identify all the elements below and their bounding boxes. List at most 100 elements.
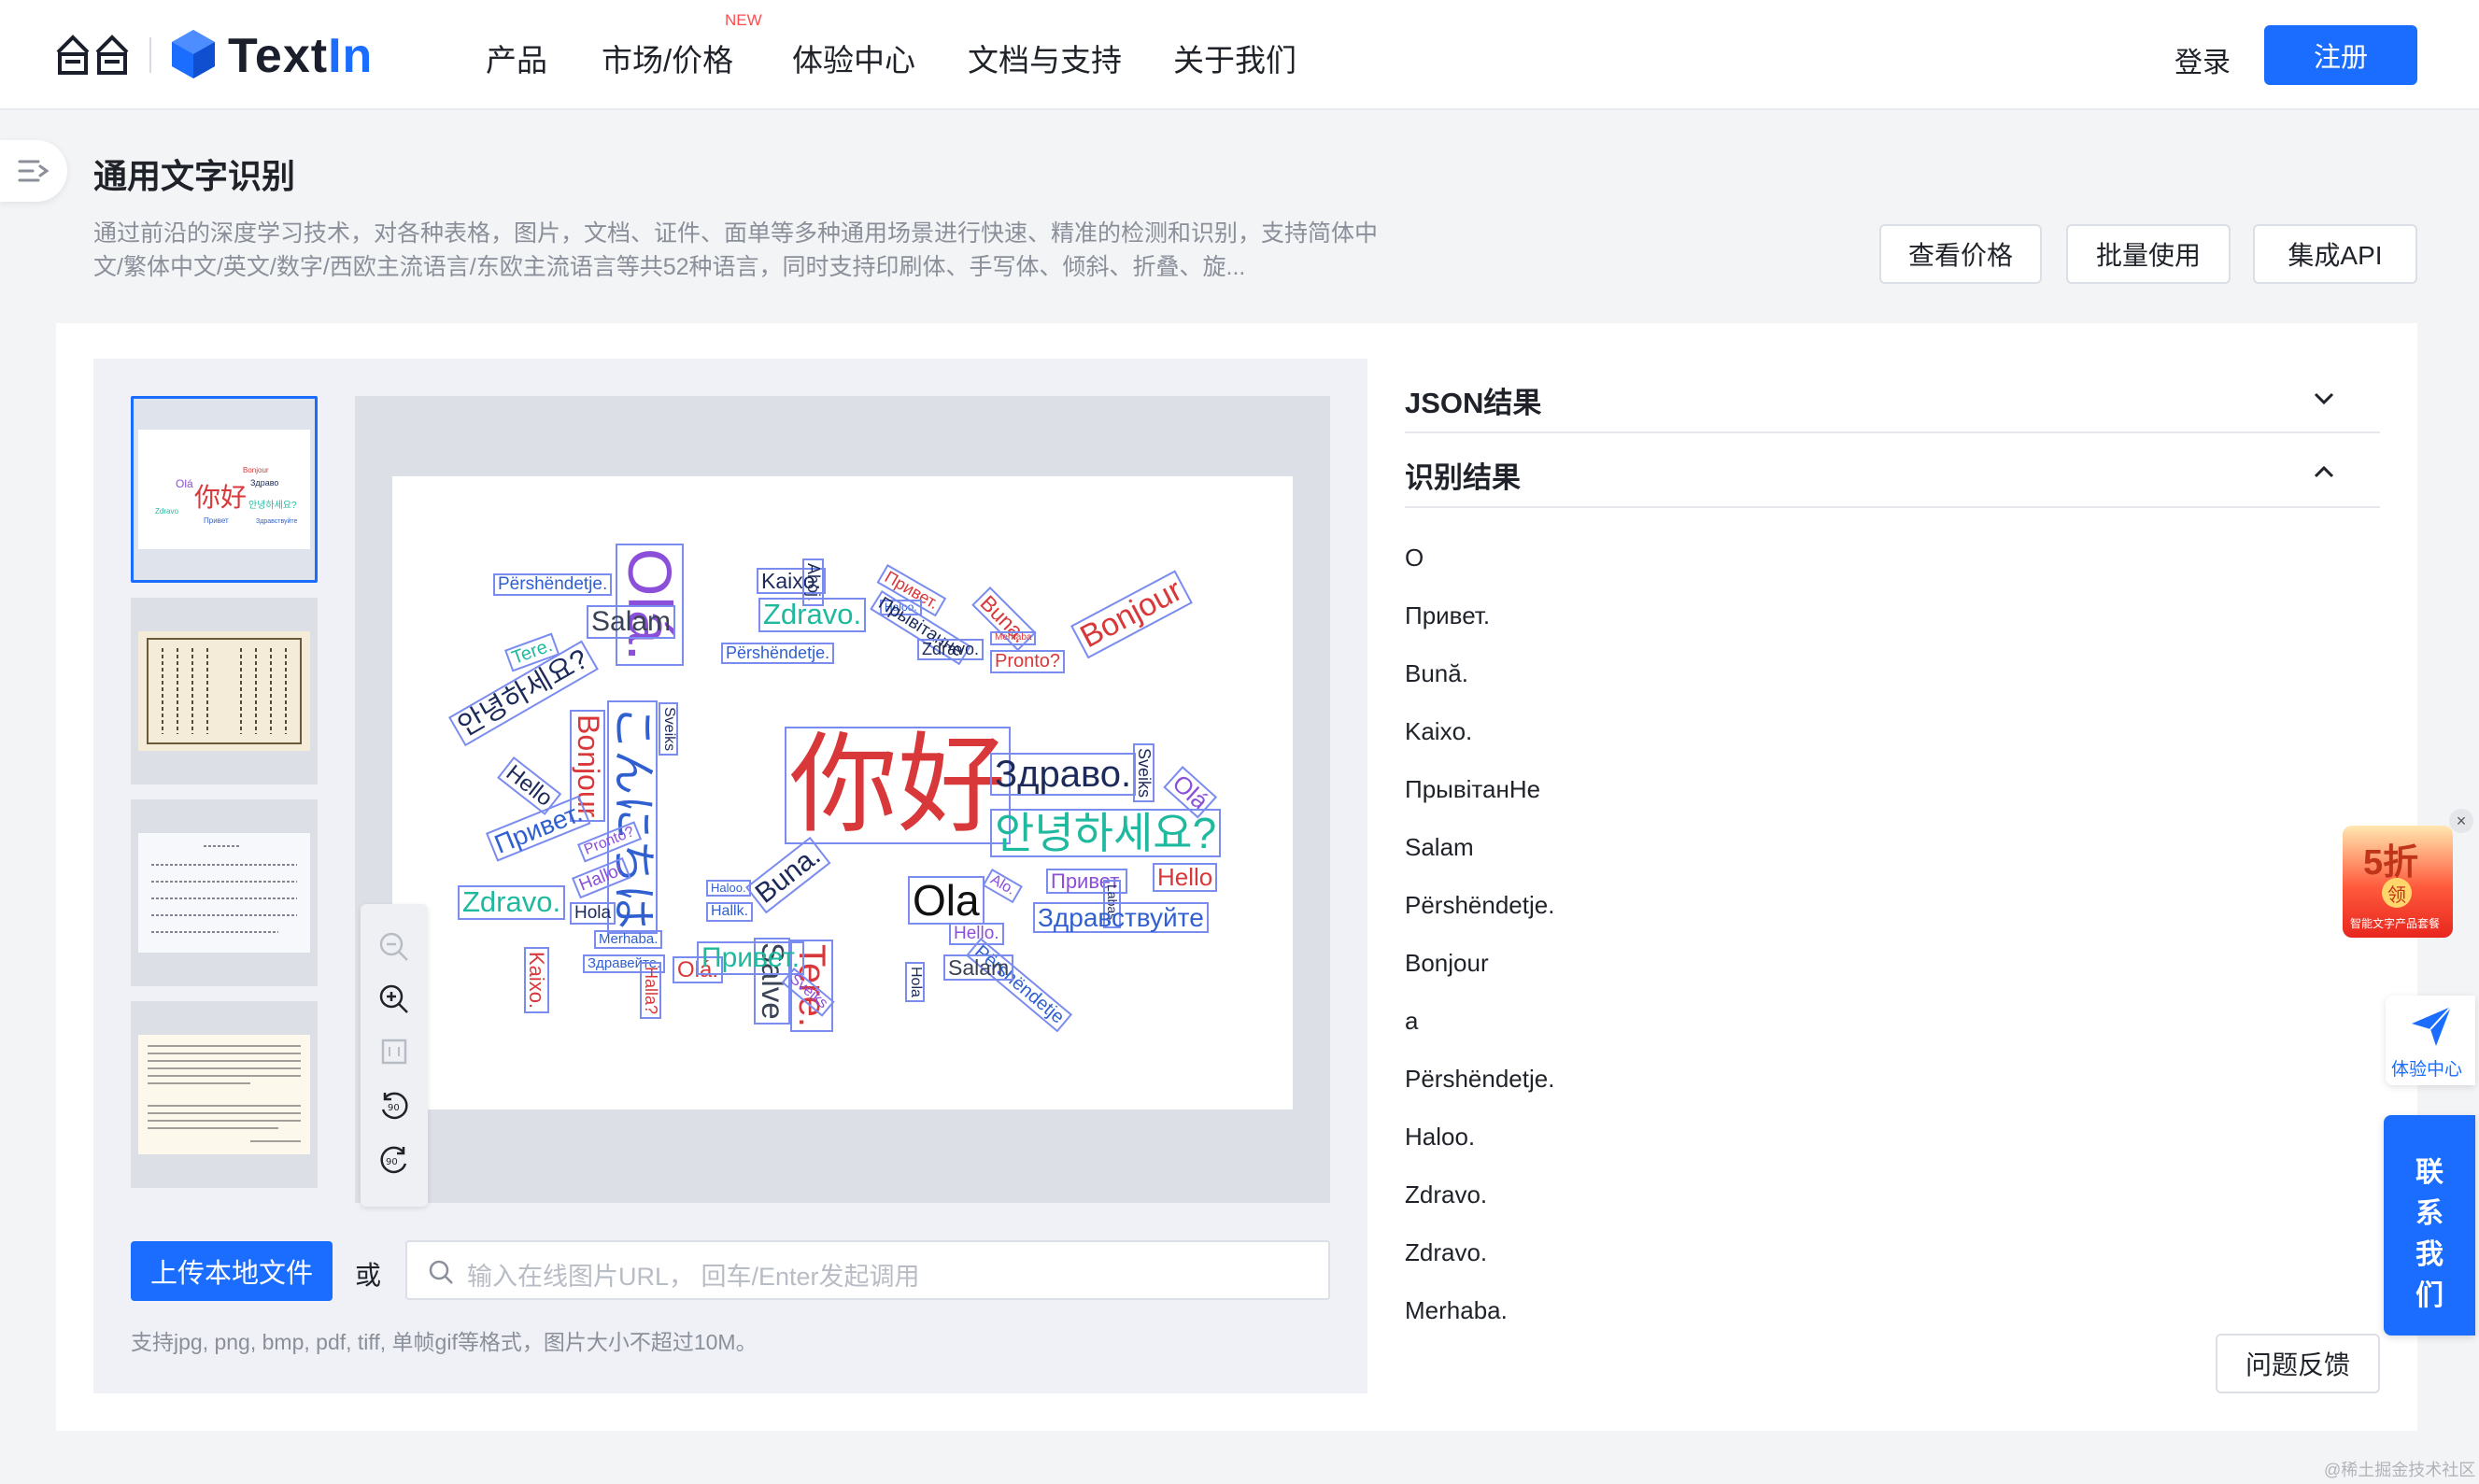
discount-promo-badge[interactable]: 5折 领 智能文字产品套餐 bbox=[2343, 826, 2453, 938]
recognition-result-label: 识别结果 bbox=[1405, 461, 1521, 494]
wordcloud-word: Hola bbox=[905, 962, 925, 1002]
zoom-toolbar: 90 90 bbox=[361, 904, 428, 1207]
result-line: Salam bbox=[1405, 833, 1474, 861]
svg-text:Zdravo: Zdravo bbox=[155, 507, 178, 516]
paper-plane-icon bbox=[2412, 1006, 2452, 1046]
page-title: 通用文字识别 bbox=[93, 157, 296, 195]
fit-screen-button[interactable] bbox=[374, 1031, 415, 1072]
wordcloud-word: Merhaba bbox=[990, 631, 1037, 645]
result-line: Zdravo. bbox=[1405, 1238, 1488, 1266]
result-line: Привет. bbox=[1405, 601, 1491, 629]
result-line: Kaixo. bbox=[1405, 717, 1473, 745]
preview-image: Olá. Përshëndetje. Kaixo. Ahoj. Привет. Salam… bbox=[392, 476, 1293, 1109]
svg-text:Привет: Привет bbox=[204, 516, 229, 525]
svg-text:90: 90 bbox=[388, 1103, 400, 1113]
wordcloud-word: Hello bbox=[1153, 863, 1218, 893]
integrate-api-button[interactable]: 集成API bbox=[2253, 224, 2417, 284]
upload-local-file-button[interactable]: 上传本地文件 bbox=[131, 1241, 333, 1301]
svg-text:Здравствуйте: Здравствуйте bbox=[256, 517, 298, 525]
textin-logo-icon[interactable] bbox=[170, 28, 217, 80]
thumbnail-handwriting[interactable] bbox=[131, 799, 318, 986]
thumbnail-wordcloud[interactable]: 你好 Olá Здраво 안녕하세요? Zdravo Bonjour Прив… bbox=[131, 396, 318, 583]
new-badge: NEW bbox=[725, 11, 762, 29]
result-line: Përshëndetje. bbox=[1405, 891, 1555, 919]
register-button[interactable]: 注册 bbox=[2264, 25, 2417, 85]
fit-screen-icon bbox=[381, 1039, 407, 1065]
nav-item-about-us[interactable]: 关于我们 bbox=[1173, 35, 1296, 80]
thumbnail-handwriting-preview bbox=[138, 833, 310, 953]
view-pricing-button[interactable]: 查看价格 bbox=[1879, 224, 2042, 284]
wordcloud-word: Salam bbox=[587, 605, 676, 639]
wordcloud-word: Bonjour bbox=[1070, 570, 1193, 659]
promo-subtitle: 智能文字产品套餐 bbox=[2350, 917, 2441, 930]
result-line: ПрывітанНе bbox=[1405, 775, 1541, 803]
nav-item-market-pricing[interactable]: 市场/价格 bbox=[602, 35, 733, 80]
sidebar-toggle-button[interactable] bbox=[0, 140, 67, 202]
json-result-label: JSON结果 bbox=[1405, 387, 1542, 419]
close-icon: × bbox=[2456, 811, 2467, 830]
recognition-result-accordion[interactable]: 识别结果 bbox=[1405, 433, 2380, 508]
result-line: Bună. bbox=[1405, 659, 1468, 687]
svg-text:90: 90 bbox=[386, 1157, 398, 1167]
result-line: Përshëndetje. bbox=[1405, 1065, 1555, 1093]
promo-discount-text: 5折 bbox=[2363, 843, 2419, 883]
json-result-accordion[interactable]: JSON结果 bbox=[1405, 359, 2380, 433]
nav-item-docs-support[interactable]: 文档与支持 bbox=[968, 35, 1122, 80]
svg-text:Здраво: Здраво bbox=[250, 478, 278, 488]
wordcloud-word: Merhaba. bbox=[594, 930, 663, 949]
zoom-in-button[interactable] bbox=[374, 979, 415, 1020]
wordcloud-word: Haloo. bbox=[706, 880, 751, 897]
result-line: Zdravo. bbox=[1405, 1180, 1488, 1208]
wordcloud-word: Zdravo. bbox=[758, 598, 867, 632]
svg-text:Olá: Olá bbox=[176, 477, 193, 490]
zoom-in-icon bbox=[379, 984, 408, 1013]
wordcloud-word: Hallk. bbox=[706, 902, 754, 922]
thumbnail-printed-doc-preview bbox=[138, 1035, 310, 1154]
promo-claim-badge: 领 bbox=[2382, 878, 2412, 908]
thumbnail-ancient-text[interactable] bbox=[131, 598, 318, 784]
wordcloud-word: Buna. bbox=[745, 836, 831, 913]
top-nav: TextIn 产品 市场/价格 NEW 体验中心 文档与支持 关于我们 登录 注… bbox=[0, 0, 2479, 110]
zoom-out-button[interactable] bbox=[374, 926, 415, 968]
rotate-right-button[interactable]: 90 bbox=[374, 1139, 415, 1180]
wordcloud-word: Përshëndetje. bbox=[721, 643, 835, 664]
wordcloud-word: Salam bbox=[943, 954, 1014, 982]
batch-use-button[interactable]: 批量使用 bbox=[2066, 224, 2231, 284]
chevron-down-icon bbox=[2314, 392, 2334, 405]
contact-char: 我 bbox=[2415, 1239, 2444, 1270]
result-line: Bonjour bbox=[1405, 949, 1489, 977]
contact-char: 们 bbox=[2415, 1280, 2444, 1311]
wordcloud-word: Përshëndetje bbox=[965, 938, 1072, 1033]
wordcloud-word: Привет. bbox=[697, 941, 805, 975]
contact-char: 系 bbox=[2415, 1198, 2444, 1229]
wordcloud-word: Здравствуйте bbox=[1033, 902, 1209, 934]
wordcloud-word: こんにちは bbox=[606, 700, 658, 935]
wordcloud-word: Pronto? bbox=[990, 650, 1066, 673]
or-label: 或 bbox=[355, 1261, 382, 1290]
wordcloud-word: Alo. bbox=[982, 869, 1023, 903]
textin-logo-text[interactable]: TextIn bbox=[228, 28, 373, 84]
contact-us-float-button[interactable]: 联 系 我 们 bbox=[2384, 1115, 2475, 1336]
svg-text:Bonjour: Bonjour bbox=[243, 466, 269, 474]
feedback-button[interactable]: 问题反馈 bbox=[2216, 1334, 2380, 1393]
nav-item-experience-center[interactable]: 体验中心 bbox=[792, 35, 915, 80]
hehe-logo-icon[interactable] bbox=[54, 34, 133, 77]
result-line: a bbox=[1405, 1007, 1419, 1035]
supported-formats-text: 支持jpg, png, bmp, pdf, tiff, 单帧gif等格式，图片大… bbox=[131, 1330, 758, 1354]
rotate-left-button[interactable]: 90 bbox=[374, 1085, 415, 1126]
thumbnail-ancient-text-preview bbox=[138, 631, 310, 751]
wordcloud-word: 안녕하세요? bbox=[990, 809, 1222, 858]
promo-close-button[interactable]: × bbox=[2449, 809, 2473, 833]
logo-separator bbox=[149, 37, 151, 73]
wordcloud-word: Sveiks bbox=[659, 702, 678, 756]
experience-center-float-button[interactable]: 体验中心 bbox=[2386, 996, 2475, 1085]
image-url-input[interactable]: 输入在线图片URL， 回车/Enter发起调用 bbox=[405, 1240, 1330, 1300]
url-input-placeholder: 输入在线图片URL， 回车/Enter发起调用 bbox=[467, 1263, 920, 1291]
thumbnail-printed-doc[interactable] bbox=[131, 1001, 318, 1188]
wordcloud-word: Sveiks bbox=[1133, 743, 1155, 803]
nav-item-products[interactable]: 产品 bbox=[486, 35, 547, 80]
svg-text:안녕하세요?: 안녕하세요? bbox=[248, 499, 297, 511]
login-link[interactable]: 登录 bbox=[2174, 39, 2231, 80]
wordcloud-word: Hola bbox=[570, 902, 616, 925]
svg-text:你好: 你好 bbox=[194, 482, 247, 513]
